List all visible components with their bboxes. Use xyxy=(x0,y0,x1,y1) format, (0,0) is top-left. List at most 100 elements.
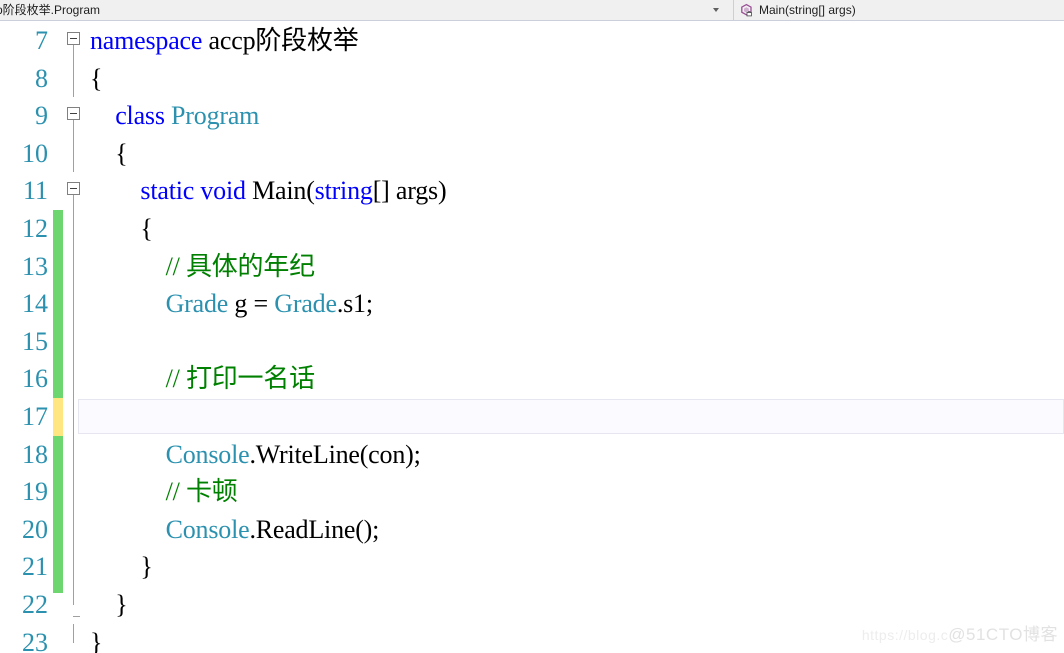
line-number: 11 xyxy=(22,176,48,206)
line-number: 7 xyxy=(35,26,48,55)
outlining-margin[interactable] xyxy=(63,22,85,60)
code-text[interactable]: static void Main(string[] args) xyxy=(85,172,1064,210)
chevron-down-icon[interactable] xyxy=(713,8,719,12)
code-line[interactable]: 13 // 具体的年纪 xyxy=(0,247,1064,286)
code-line[interactable]: 12 { xyxy=(0,209,1064,248)
outlining-margin[interactable] xyxy=(63,134,85,173)
saved-change-marker xyxy=(53,548,63,586)
code-token: { xyxy=(90,138,128,168)
code-text[interactable]: class Program xyxy=(85,97,1064,135)
outlining-guide xyxy=(73,548,74,586)
code-text[interactable]: // 卡顿 xyxy=(85,473,1064,511)
code-line[interactable]: 14 Grade g = Grade.s1; xyxy=(0,285,1064,323)
code-editor-surface[interactable]: 7 namespace accp阶段枚举 8{9 class Program 10 {… xyxy=(0,22,1064,653)
outlining-margin[interactable] xyxy=(63,473,85,511)
line-number: 12 xyxy=(22,213,48,243)
outlining-guide xyxy=(73,585,74,605)
line-number: 19 xyxy=(22,477,48,507)
code-text[interactable]: Grade g = Grade.s1; xyxy=(85,285,1064,323)
code-text[interactable]: } xyxy=(85,624,1064,653)
code-text[interactable]: } xyxy=(85,586,1064,624)
code-line[interactable]: 11 static void Main(string[] args) xyxy=(0,172,1064,210)
code-text[interactable]: { xyxy=(85,135,1064,173)
outlining-margin[interactable] xyxy=(63,360,85,398)
outlining-margin[interactable] xyxy=(63,97,85,135)
outlining-margin[interactable] xyxy=(63,247,85,286)
change-margin xyxy=(53,97,63,135)
outlining-margin[interactable] xyxy=(63,172,85,210)
type-dropdown-label: p阶段枚举.Program xyxy=(0,3,101,17)
code-text[interactable]: namespace accp阶段枚举 xyxy=(85,22,1064,60)
code-line[interactable]: 20 Console.ReadLine(); xyxy=(0,510,1064,549)
line-number: 20 xyxy=(22,514,48,544)
code-line[interactable]: 18 Console.WriteLine(con); xyxy=(0,435,1064,474)
code-token: { xyxy=(90,63,103,93)
line-number: 10 xyxy=(22,138,48,168)
code-line[interactable]: 21 } xyxy=(0,548,1064,586)
change-margin xyxy=(53,135,63,173)
code-line[interactable]: 22 } xyxy=(0,585,1064,624)
outlining-margin[interactable] xyxy=(63,209,85,248)
outlining-guide xyxy=(73,322,74,361)
outlining-margin[interactable] xyxy=(63,585,85,624)
outlining-margin[interactable] xyxy=(63,435,85,474)
code-text[interactable]: // 打印一名话 xyxy=(85,360,1064,398)
code-token: } xyxy=(90,589,128,619)
outlining-margin[interactable] xyxy=(63,285,85,323)
code-line[interactable]: 15 xyxy=(0,322,1064,361)
outlining-guide xyxy=(73,209,74,248)
code-text[interactable]: } xyxy=(85,548,1064,586)
collapse-region-icon[interactable] xyxy=(67,182,80,196)
collapse-region-icon[interactable] xyxy=(67,32,80,45)
member-dropdown[interactable]: Main(string[] args) xyxy=(733,0,1064,20)
code-text[interactable]: Console.ReadLine(); xyxy=(85,511,1064,549)
outlining-margin[interactable] xyxy=(63,59,85,98)
saved-change-marker xyxy=(53,435,63,474)
code-line[interactable]: 19 // 卡顿 xyxy=(0,473,1064,511)
collapse-region-icon[interactable] xyxy=(67,107,80,121)
outlining-margin[interactable] xyxy=(63,322,85,361)
code-text[interactable]: String con = String.Format("我的年级是在{0}阶段"… xyxy=(85,398,1064,436)
code-text[interactable]: { xyxy=(85,210,1064,248)
change-margin xyxy=(53,22,63,60)
code-line[interactable]: 10 { xyxy=(0,134,1064,173)
saved-change-marker xyxy=(53,209,63,248)
change-margin xyxy=(53,624,63,653)
saved-change-marker xyxy=(53,510,63,549)
saved-change-marker xyxy=(53,285,63,323)
code-line[interactable]: 16 // 打印一名话 xyxy=(0,360,1064,398)
code-line[interactable]: 7 namespace accp阶段枚举 xyxy=(0,22,1064,60)
code-token: // 具体的年纪 xyxy=(165,251,316,281)
code-text[interactable]: // 具体的年纪 xyxy=(85,248,1064,286)
outlining-guide xyxy=(73,510,74,549)
outlining-margin[interactable] xyxy=(63,623,85,653)
code-line[interactable]: 8{ xyxy=(0,59,1064,98)
code-line[interactable]: 23} xyxy=(0,623,1064,653)
outlining-margin[interactable] xyxy=(63,510,85,549)
outlining-guide xyxy=(73,134,74,173)
code-line[interactable]: 9 class Program xyxy=(0,97,1064,135)
code-line[interactable]: 17 String con = String.Format("我的年级是在{0}… xyxy=(0,397,1064,436)
line-number: 17 xyxy=(22,401,48,431)
outlining-margin[interactable] xyxy=(63,548,85,586)
code-token: .WriteLine(con); xyxy=(249,439,421,469)
outlining-margin[interactable] xyxy=(63,397,85,436)
code-token: namespace xyxy=(90,26,209,55)
type-dropdown[interactable]: p阶段枚举.Program xyxy=(0,0,733,20)
code-token: [] args) xyxy=(372,176,447,206)
code-token: string xyxy=(314,176,373,206)
code-text[interactable]: { xyxy=(85,60,1064,98)
outlining-end-cap xyxy=(73,615,80,617)
member-dropdown-label: Main(string[] args) xyxy=(759,3,856,17)
code-token: Program xyxy=(171,101,260,131)
code-token: { xyxy=(90,213,153,243)
saved-change-marker xyxy=(53,585,63,624)
code-token: String xyxy=(298,401,361,431)
code-text[interactable]: Console.WriteLine(con); xyxy=(85,436,1064,474)
